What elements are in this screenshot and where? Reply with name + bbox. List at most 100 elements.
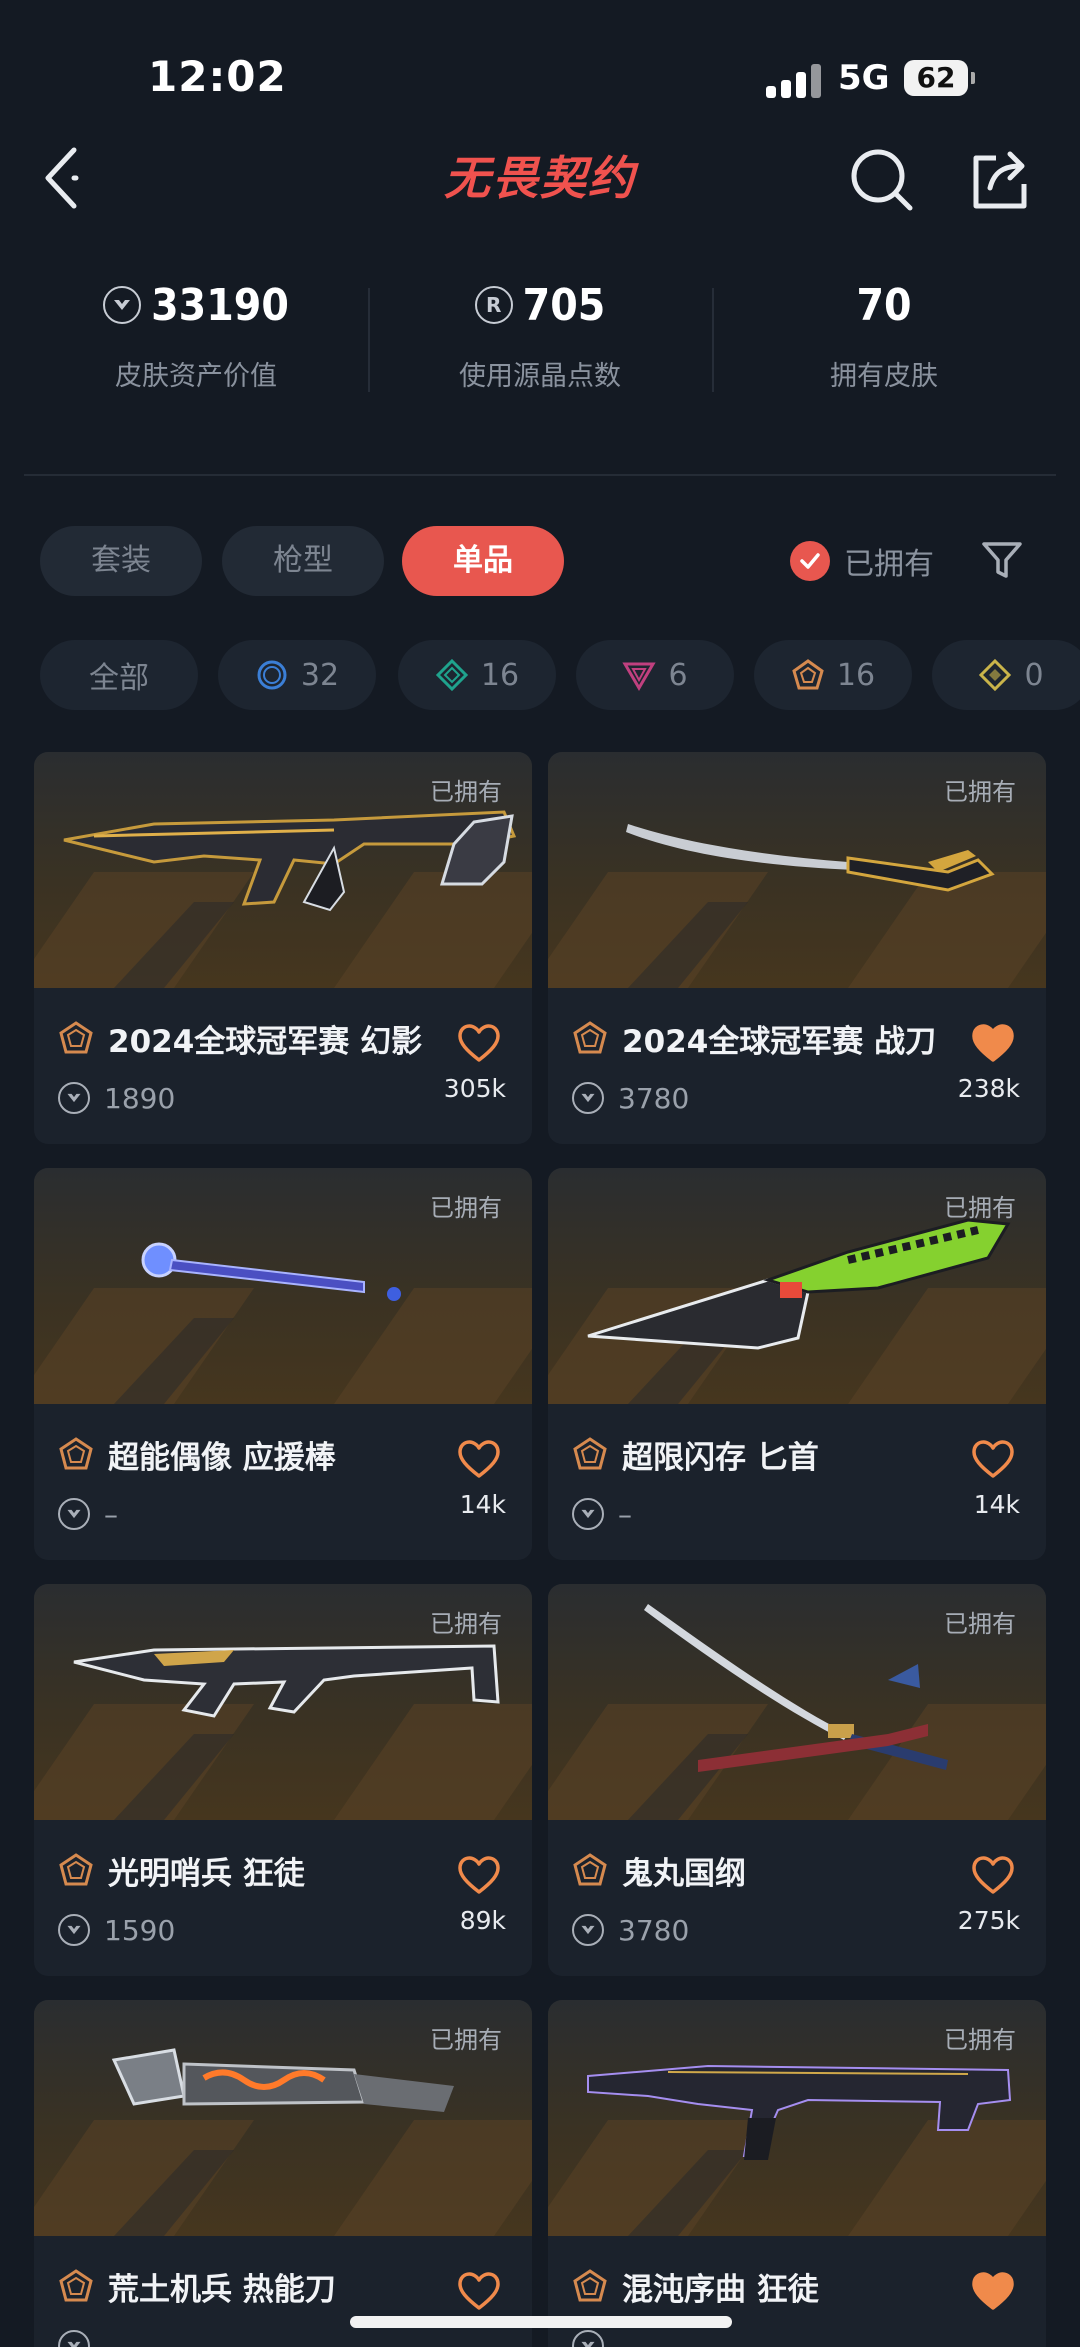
skin-price: – xyxy=(618,1497,632,1531)
chip-premium-tier[interactable]: 6 xyxy=(576,640,734,710)
price-row xyxy=(58,2326,104,2347)
card-title-row: 混沌序曲 狂徒 xyxy=(572,2264,1032,2308)
checkmark-icon xyxy=(790,541,830,581)
owned-tag: 已拥有 xyxy=(944,778,1016,806)
stat-value: 33190 xyxy=(151,279,289,331)
exclusive-tier-icon xyxy=(573,2269,607,2302)
chip-exclusive-tier[interactable]: 16 xyxy=(754,640,912,710)
skin-card[interactable]: 已拥有 混沌序曲 狂徒 xyxy=(548,2000,1046,2347)
stat-skin-value: 33190 皮肤资产价值 xyxy=(24,270,368,410)
chip-label: 16 xyxy=(480,657,520,693)
home-indicator xyxy=(350,2316,732,2328)
signal-strength-icon xyxy=(766,62,822,98)
skin-image: 已拥有 xyxy=(34,2000,532,2236)
skin-price: 1890 xyxy=(104,1081,176,1115)
price-row: – xyxy=(58,1494,118,1534)
exclusive-tier-icon xyxy=(59,2269,93,2302)
section-divider xyxy=(24,474,1056,476)
favorite-count: 89k xyxy=(459,1906,506,1935)
favorite-count: 305k xyxy=(443,1074,506,1103)
favorite-button[interactable] xyxy=(972,1856,1014,1896)
stat-label: 拥有皮肤 xyxy=(830,361,938,392)
skin-name: 混沌序曲 狂徒 xyxy=(622,2271,819,2308)
ultra-tier-icon xyxy=(979,658,1012,692)
skin-name: 2024全球冠军赛 战刀 xyxy=(622,1023,937,1060)
stat-radianite-used: R 705 使用源晶点数 xyxy=(368,270,712,410)
stat-skins-owned: 70 拥有皮肤 xyxy=(712,270,1056,410)
chevron-left-icon xyxy=(45,147,79,209)
favorite-button[interactable] xyxy=(972,1024,1014,1064)
vp-coin-icon xyxy=(572,1498,604,1530)
skin-image: 已拥有 xyxy=(548,752,1046,988)
filter-button[interactable] xyxy=(980,538,1024,582)
favorite-count: 14k xyxy=(459,1490,506,1519)
app-title-logo: 无畏契约 xyxy=(444,151,636,205)
heart-icon xyxy=(972,1856,1014,1894)
exclusive-tier-icon xyxy=(573,1437,607,1470)
skin-card[interactable]: 已拥有 超能偶像 应援棒 – 14k xyxy=(34,1168,532,1560)
chip-deluxe-tier[interactable]: 16 xyxy=(398,640,556,710)
vp-coin-icon xyxy=(58,2330,90,2347)
owned-tag: 已拥有 xyxy=(430,1610,502,1638)
skin-image: 已拥有 xyxy=(34,1584,532,1820)
network-type: 5G xyxy=(838,58,890,98)
heart-icon xyxy=(972,1024,1014,1062)
skin-card[interactable]: 已拥有 2024全球冠军赛 幻影 1890 305k xyxy=(34,752,532,1144)
chip-label: 32 xyxy=(300,657,340,693)
share-icon xyxy=(973,151,1027,209)
chip-select-tier[interactable]: 32 xyxy=(218,640,376,710)
card-title-row: 荒土机兵 热能刀 xyxy=(58,2264,518,2308)
chip-label: 全部 xyxy=(89,661,149,696)
favorite-button[interactable] xyxy=(458,1856,500,1896)
search-button[interactable] xyxy=(848,144,918,214)
owned-tag: 已拥有 xyxy=(944,1194,1016,1222)
favorite-button[interactable] xyxy=(972,1440,1014,1480)
owned-tag: 已拥有 xyxy=(944,1610,1016,1638)
tab-bundles[interactable]: 套装 xyxy=(40,526,202,596)
favorite-button[interactable] xyxy=(972,2272,1014,2312)
card-title-row: 超限闪存 匕首 xyxy=(572,1432,1032,1476)
exclusive-tier-icon xyxy=(59,1853,93,1886)
share-button[interactable] xyxy=(968,144,1034,214)
heart-icon xyxy=(458,1024,500,1062)
skin-name: 荒土机兵 热能刀 xyxy=(108,2271,336,2308)
skin-card[interactable]: 已拥有荒土机兵 热能刀 xyxy=(34,2000,532,2347)
chip-all[interactable]: 全部 xyxy=(40,640,198,710)
tab-weapon-types[interactable]: 枪型 xyxy=(222,526,384,596)
favorite-button[interactable] xyxy=(458,1440,500,1480)
stat-value: 705 xyxy=(522,279,606,331)
vp-coin-icon xyxy=(572,1914,604,1946)
status-time: 12:02 xyxy=(148,52,287,101)
tab-single-items[interactable]: 单品 xyxy=(402,526,564,596)
price-row: – xyxy=(572,1494,632,1534)
skin-card[interactable]: 已拥有鬼丸国纲 3780 275k xyxy=(548,1584,1046,1976)
favorite-count: 275k xyxy=(957,1906,1020,1935)
price-row: 1590 xyxy=(58,1910,175,1950)
skin-image: 已拥有 xyxy=(34,752,532,988)
card-title-row: 鬼丸国纲 xyxy=(572,1848,1032,1892)
back-button[interactable] xyxy=(40,142,96,214)
filter-icon xyxy=(982,542,1022,578)
card-title-row: 2024全球冠军赛 幻影 xyxy=(58,1016,518,1060)
skin-card[interactable]: 已拥有 超限闪存 匕首 – 14k xyxy=(548,1168,1046,1560)
rarity-filter-row: 全部 32 16 6 16 0 xyxy=(0,640,1080,712)
favorite-button[interactable] xyxy=(458,2272,500,2312)
skin-card[interactable]: 已拥有 光明哨兵 狂徒 1590 89k xyxy=(34,1584,532,1976)
stat-value: 70 xyxy=(856,279,912,331)
heart-icon xyxy=(458,1440,500,1478)
card-title-row: 2024全球冠军赛 战刀 xyxy=(572,1016,1032,1060)
price-row xyxy=(572,2326,618,2347)
chip-ultra-tier[interactable]: 0 xyxy=(932,640,1080,710)
card-title-row: 超能偶像 应援棒 xyxy=(58,1432,518,1476)
owned-filter-toggle[interactable]: 已拥有 xyxy=(790,536,934,586)
chip-label: 0 xyxy=(1024,657,1044,693)
skin-card[interactable]: 已拥有 2024全球冠军赛 战刀 3780 238k xyxy=(548,752,1046,1144)
favorite-button[interactable] xyxy=(458,1024,500,1064)
heart-icon xyxy=(458,1856,500,1894)
skin-price: 3780 xyxy=(618,1913,690,1947)
vp-coin-icon xyxy=(572,2330,604,2347)
stats-summary: 33190 皮肤资产价值 R 705 使用源晶点数 70 拥有皮肤 xyxy=(24,270,1056,410)
skin-name: 鬼丸国纲 xyxy=(622,1855,746,1892)
stat-label: 皮肤资产价值 xyxy=(115,361,277,392)
heart-icon xyxy=(972,2272,1014,2310)
